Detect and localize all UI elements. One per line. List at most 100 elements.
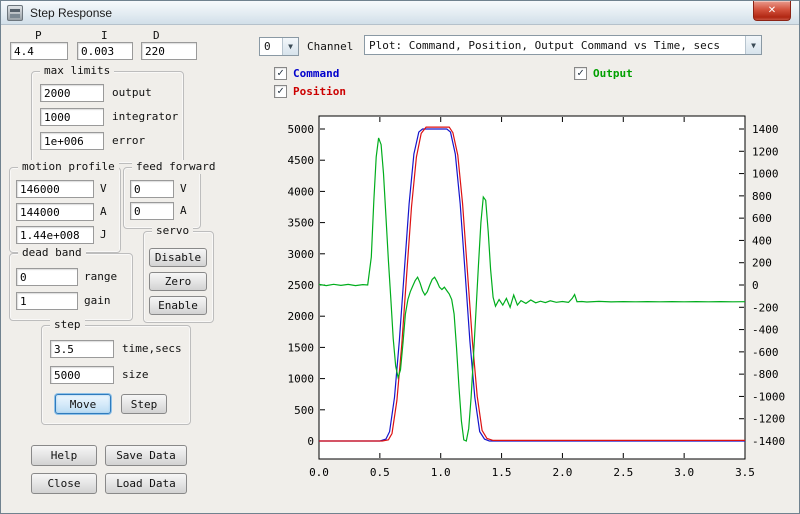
svg-text:3.0: 3.0 <box>674 466 694 479</box>
svg-text:-1000: -1000 <box>752 390 785 403</box>
ff-velocity-label: V <box>180 182 187 196</box>
dead-band-group: dead band range gain <box>9 253 133 321</box>
channel-label: Channel <box>307 40 353 54</box>
plot-select[interactable]: Plot: Command, Position, Output Command … <box>364 35 762 55</box>
velocity-input[interactable] <box>16 180 94 198</box>
svg-text:1.5: 1.5 <box>492 466 512 479</box>
step-button[interactable]: Step <box>121 394 167 414</box>
output-checkbox-label: Output <box>593 67 633 81</box>
d-input[interactable] <box>141 42 197 60</box>
client-area: P I D max limits output integrator error… <box>1 25 799 513</box>
svg-text:2.5: 2.5 <box>613 466 633 479</box>
save-data-button[interactable]: Save Data <box>105 445 187 466</box>
max-limits-group: max limits output integrator error <box>31 71 184 164</box>
i-label: I <box>101 29 108 43</box>
svg-text:3.5: 3.5 <box>735 466 755 479</box>
svg-text:200: 200 <box>752 257 772 270</box>
svg-text:0.0: 0.0 <box>309 466 329 479</box>
svg-text:2000: 2000 <box>288 310 315 323</box>
position-checkbox-label: Position <box>293 85 346 99</box>
integrator-limit-label: integrator <box>112 110 178 124</box>
servo-disable-button[interactable]: Disable <box>149 248 207 267</box>
svg-text:1.0: 1.0 <box>431 466 451 479</box>
plot-select-value: Plot: Command, Position, Output Command … <box>365 39 724 52</box>
help-button[interactable]: Help <box>31 445 97 466</box>
svg-text:1000: 1000 <box>752 168 779 181</box>
svg-text:-200: -200 <box>752 301 779 314</box>
accel-input[interactable] <box>16 203 94 221</box>
svg-text:1200: 1200 <box>752 145 779 158</box>
svg-text:4500: 4500 <box>288 154 315 167</box>
load-data-button[interactable]: Load Data <box>105 473 187 494</box>
chevron-down-icon: ▼ <box>745 36 761 54</box>
error-limit-input[interactable] <box>40 132 104 150</box>
position-checkbox[interactable]: ✓ <box>274 85 287 98</box>
svg-text:3000: 3000 <box>288 248 315 261</box>
check-icon: ✓ <box>277 84 284 97</box>
svg-text:-400: -400 <box>752 324 779 337</box>
ff-accel-label: A <box>180 204 187 218</box>
accel-label: A <box>100 205 107 219</box>
feed-forward-title: feed forward <box>132 160 219 174</box>
i-input[interactable] <box>77 42 133 60</box>
error-limit-label: error <box>112 134 145 148</box>
svg-text:-1400: -1400 <box>752 435 785 448</box>
window-title: Step Response <box>30 6 112 20</box>
svg-text:-600: -600 <box>752 346 779 359</box>
close-icon: ✕ <box>768 5 776 16</box>
check-icon: ✓ <box>577 66 584 79</box>
ff-velocity-input[interactable] <box>130 180 174 198</box>
svg-text:0.5: 0.5 <box>370 466 390 479</box>
step-size-label: size <box>122 368 149 382</box>
svg-text:0: 0 <box>752 279 759 292</box>
step-response-window: Step Response ✕ P I D max limits output … <box>0 0 800 514</box>
servo-zero-button[interactable]: Zero <box>149 272 207 291</box>
feed-forward-group: feed forward V A <box>123 167 201 229</box>
svg-text:1500: 1500 <box>288 341 315 354</box>
chart-canvas: 0500100015002000250030003500400045005000… <box>281 106 796 506</box>
motion-profile-group: motion profile V A J <box>9 167 121 253</box>
chevron-down-icon: ▼ <box>282 38 298 55</box>
svg-text:-800: -800 <box>752 368 779 381</box>
servo-enable-button[interactable]: Enable <box>149 296 207 315</box>
check-icon: ✓ <box>277 66 284 79</box>
step-response-chart: 0500100015002000250030003500400045005000… <box>281 106 796 506</box>
dead-band-range-label: range <box>84 270 117 284</box>
dead-band-title: dead band <box>18 246 86 260</box>
svg-text:1400: 1400 <box>752 123 779 136</box>
output-checkbox[interactable]: ✓ <box>574 67 587 80</box>
app-icon <box>7 5 23 21</box>
command-checkbox[interactable]: ✓ <box>274 67 287 80</box>
max-limits-title: max limits <box>40 64 114 78</box>
step-group: step time,secs size Move Step <box>41 325 191 425</box>
titlebar[interactable]: Step Response ✕ <box>1 1 799 25</box>
jerk-input[interactable] <box>16 226 94 244</box>
p-label: P <box>35 29 42 43</box>
move-button[interactable]: Move <box>55 394 111 414</box>
velocity-label: V <box>100 182 107 196</box>
output-limit-input[interactable] <box>40 84 104 102</box>
dead-band-range-input[interactable] <box>16 268 78 286</box>
step-time-input[interactable] <box>50 340 114 358</box>
command-checkbox-label: Command <box>293 67 339 81</box>
p-input[interactable] <box>10 42 68 60</box>
step-title: step <box>50 318 85 332</box>
svg-text:5000: 5000 <box>288 123 315 136</box>
svg-text:2500: 2500 <box>288 279 315 292</box>
ff-accel-input[interactable] <box>130 202 174 220</box>
svg-text:500: 500 <box>294 404 314 417</box>
jerk-label: J <box>100 228 107 242</box>
d-label: D <box>153 29 160 43</box>
step-size-input[interactable] <box>50 366 114 384</box>
dead-band-gain-input[interactable] <box>16 292 78 310</box>
close-button[interactable]: ✕ <box>753 1 791 21</box>
step-time-label: time,secs <box>122 342 182 356</box>
channel-select[interactable]: 0 ▼ <box>259 37 299 56</box>
integrator-limit-input[interactable] <box>40 108 104 126</box>
channel-select-value: 0 <box>260 40 275 53</box>
dead-band-gain-label: gain <box>84 294 111 308</box>
svg-text:600: 600 <box>752 212 772 225</box>
servo-title: servo <box>152 224 193 238</box>
servo-group: servo Disable Zero Enable <box>143 231 214 323</box>
close-window-button[interactable]: Close <box>31 473 97 494</box>
